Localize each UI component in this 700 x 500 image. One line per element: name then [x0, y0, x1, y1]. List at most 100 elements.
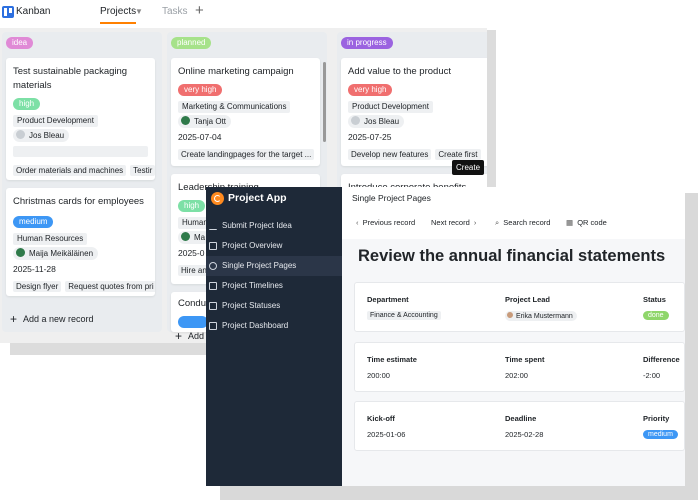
field-label: Deadline [505, 414, 537, 423]
app-name: Project App [228, 192, 287, 204]
sidebar-item-project-statuses[interactable]: Project Statuses [206, 296, 342, 316]
qr-code-button[interactable]: ▦ QR code [564, 218, 607, 227]
field-label: Kick-off [367, 414, 395, 423]
priority-pill [178, 316, 208, 328]
time-spent-value: 202:00 [505, 371, 528, 380]
kanban-card[interactable]: Christmas cards for employees medium Hum… [6, 188, 155, 296]
department-tag: Marketing & Communications [178, 101, 291, 113]
time-estimate-value: 200:00 [367, 371, 390, 380]
kanban-card[interactable]: Test sustainable packaging materials hig… [6, 58, 155, 180]
tab-projects[interactable]: Projects [100, 6, 137, 24]
priority-pill: high [13, 98, 41, 110]
avatar [507, 312, 513, 318]
avatar [181, 232, 190, 241]
sidebar-item-submit-project-idea[interactable]: Submit Project Idea [206, 216, 342, 236]
kickoff-value: 2025-01-06 [367, 430, 406, 439]
kanban-column-idea: idea Test sustainable packaging material… [2, 32, 162, 332]
column-badge: in progress [341, 37, 393, 49]
column-scrollbar[interactable] [323, 62, 326, 142]
project-app-sidebar: Project App Submit Project Idea Project … [206, 187, 342, 486]
sidebar-item-project-overview[interactable]: Project Overview [206, 236, 342, 256]
field-label: Department [367, 295, 409, 304]
next-record-label: Next record [431, 218, 470, 227]
project-lead-value: Erika Mustermann [505, 311, 577, 321]
linked-records: Develop new features Create first [348, 149, 485, 160]
search-record-label: Search record [503, 218, 551, 227]
table-icon [209, 242, 217, 250]
status-badge: done [643, 311, 669, 320]
linked-records: Order materials and machines Testir [13, 165, 155, 176]
dashboard-icon [209, 322, 217, 330]
chevron-right-icon: › [473, 218, 477, 227]
kanban-card[interactable]: Online marketing campaign very high Mark… [171, 58, 320, 166]
linked-records: Create landingpages for the target ... [178, 149, 318, 160]
qr-code-icon: ▦ [566, 218, 574, 227]
tab-tasks[interactable]: Tasks [162, 6, 188, 17]
tooltip: Create [452, 160, 485, 175]
qr-code-label: QR code [577, 218, 607, 227]
department-tag: Human Resources [13, 233, 88, 245]
field-label: Time spent [505, 355, 545, 364]
kanban-card[interactable]: Add value to the product very high Produ… [341, 58, 487, 166]
card-title: Test sustainable packaging [13, 66, 128, 77]
linked-record[interactable]: Request quotes from pri [65, 281, 155, 292]
sidebar-item-project-dashboard[interactable]: Project Dashboard [206, 316, 342, 336]
card-title: Add value to the product [348, 66, 451, 77]
page-body: ‹ Previous record Next record › ⌕ Search… [342, 207, 685, 486]
linked-record[interactable]: Order materials and machines [13, 165, 127, 176]
person-name: Ma [194, 233, 206, 242]
person-name: Tanja Ott [194, 117, 227, 126]
sidebar-item-label: Submit Project Idea [222, 221, 292, 230]
add-tab-icon[interactable]: + [195, 2, 204, 19]
avatar [16, 130, 25, 139]
previous-record-button[interactable]: ‹ Previous record [354, 218, 415, 227]
project-app-main: Single Project Pages ‹ Previous record N… [342, 187, 685, 486]
field-label: Difference [643, 355, 680, 364]
sidebar-item-label: Project Dashboard [222, 321, 289, 330]
card-title: Christmas cards for employees [13, 196, 144, 207]
search-record-button[interactable]: ⌕ Search record [493, 218, 550, 228]
linked-records: Design flyer Request quotes from pri [13, 281, 155, 292]
card-date: 2025-07-25 [348, 132, 392, 142]
info-icon [209, 262, 217, 270]
page-header: Single Project Pages [342, 187, 685, 207]
column-badge: idea [6, 37, 34, 49]
person-chip: Tanja Ott [178, 115, 232, 128]
record-toolbar: ‹ Previous record Next record › ⌕ Search… [342, 207, 685, 239]
person-chip: Maija Meikäläinen [13, 247, 99, 260]
linked-record[interactable]: Design flyer [13, 281, 62, 292]
chevron-down-icon[interactable]: ▼ [135, 7, 143, 16]
kanban-logo-icon [2, 6, 14, 18]
add-record-label: Add a new record [23, 314, 94, 324]
pencil-icon [209, 222, 217, 230]
kanban-topbar: Kanban Projects ▼ Tasks + [0, 0, 487, 28]
chevron-left-icon: ‹ [356, 218, 359, 227]
person-name: Maija Meikäläinen [29, 249, 94, 258]
card-title: Condu [178, 298, 206, 309]
sidebar-item-single-project-pages[interactable]: Single Project Pages [206, 256, 342, 276]
linked-record[interactable]: Create landingpages for the target ... [178, 149, 315, 160]
add-record-label: Add [188, 331, 205, 341]
linked-record[interactable]: Develop new features [348, 149, 432, 160]
sidebar-item-project-timelines[interactable]: Project Timelines [206, 276, 342, 296]
field-label: Project Lead [505, 295, 551, 304]
next-record-button[interactable]: Next record › [431, 218, 478, 227]
person-name: Jos Bleau [364, 117, 400, 126]
department-value: Finance & Accounting [367, 311, 441, 320]
add-record-button[interactable]: + Add a new record [10, 312, 94, 326]
schedule-card: Kick-off 2025-01-06 Deadline 2025-02-28 … [354, 401, 685, 451]
priority-badge: medium [643, 430, 678, 439]
card-date: 2025-11-28 [13, 264, 56, 274]
add-record-button[interactable]: + Add [175, 329, 204, 343]
linked-record[interactable]: Testir [130, 165, 155, 176]
search-icon: ⌕ [495, 218, 500, 227]
app-logo-icon [211, 192, 224, 205]
app-title: Kanban [16, 6, 51, 17]
avatar [181, 116, 190, 125]
priority-pill: medium [13, 216, 54, 228]
deadline-value: 2025-02-28 [505, 430, 544, 439]
time-card: Time estimate 200:00 Time spent 202:00 D… [354, 342, 685, 392]
plus-icon: + [10, 312, 18, 326]
record-title: Review the annual financial statements [358, 247, 666, 265]
linked-record[interactable]: Create first [435, 149, 481, 160]
